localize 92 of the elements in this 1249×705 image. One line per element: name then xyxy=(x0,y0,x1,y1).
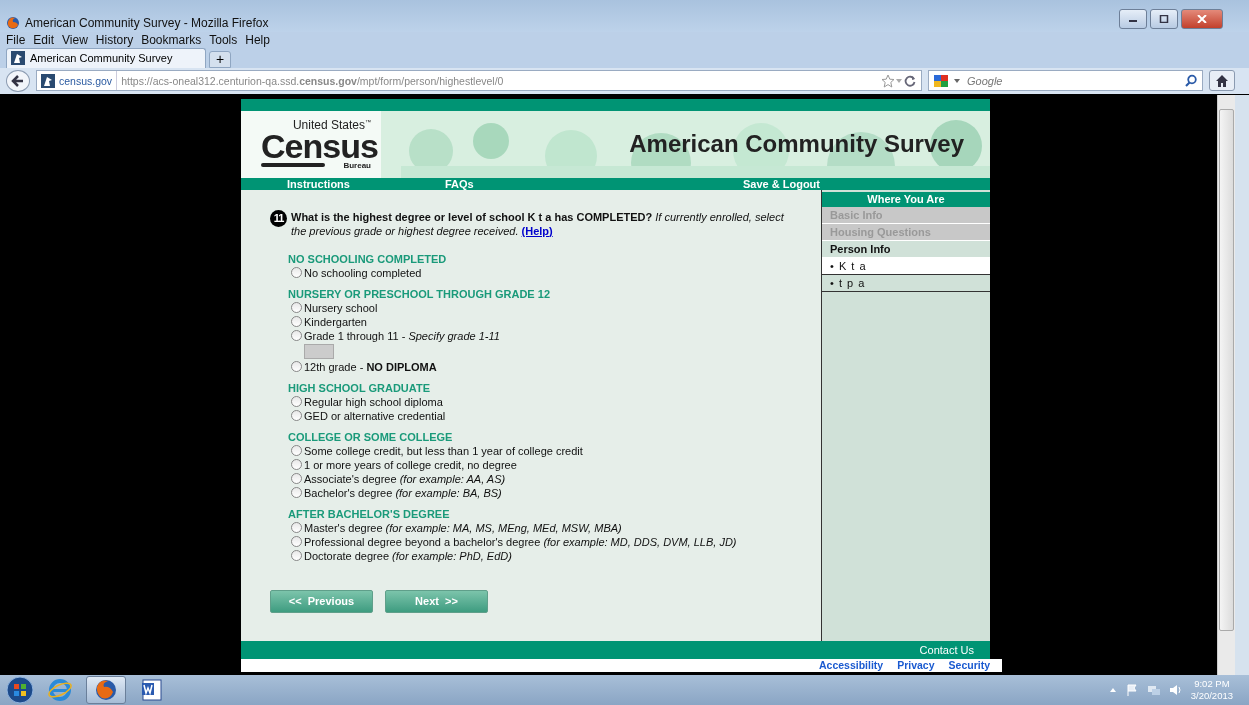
menu-item[interactable]: View xyxy=(62,32,88,47)
flag-icon xyxy=(1124,683,1139,698)
address-bar[interactable]: census.gov https://acs-oneal312.centurion-qa.ssd.census.gov/mpt/form/person/highestlevel/0 xyxy=(36,70,922,92)
menu-item[interactable]: Bookmarks xyxy=(141,32,202,47)
radio-button[interactable] xyxy=(291,536,302,548)
radio-button[interactable] xyxy=(291,550,302,562)
question-text: What is the highest degree or level of school K t a has COMPLETED? If currently enrolled, select the previous grade or highest degree received. (Help) xyxy=(291,209,785,238)
nav-link[interactable]: FAQs xyxy=(445,177,743,190)
network-icon xyxy=(1146,683,1161,698)
site-identity[interactable]: census.gov xyxy=(59,74,113,87)
radio-button[interactable] xyxy=(291,316,302,328)
footer-link[interactable]: Privacy xyxy=(897,658,935,672)
option-label: Grade 1 through 11 - Specify grade 1-11 xyxy=(304,328,500,343)
scrollbar[interactable] xyxy=(1217,94,1235,676)
minimize-button[interactable] xyxy=(1119,9,1147,29)
radio-button[interactable] xyxy=(291,302,302,314)
option-label: Nursery school xyxy=(304,300,378,315)
radio-button[interactable] xyxy=(291,330,302,342)
progress-step: Person Info xyxy=(822,240,990,258)
radio-button[interactable] xyxy=(291,459,302,471)
new-tab-button[interactable]: + xyxy=(209,50,231,68)
document-icon xyxy=(140,678,164,703)
home-button[interactable] xyxy=(1209,70,1235,92)
clock-time: 9:02 PM xyxy=(1194,678,1230,691)
dropdown-icon xyxy=(895,78,903,83)
menu-item[interactable]: Tools xyxy=(209,32,238,47)
logo-text: United States$^{™}$ xyxy=(292,118,371,131)
back-button[interactable] xyxy=(6,69,30,92)
back-arrow-icon xyxy=(11,73,25,88)
browser-tab[interactable]: American Community Survey xyxy=(6,47,206,68)
maximize-icon xyxy=(1159,15,1169,23)
radio-button[interactable] xyxy=(291,445,302,457)
radio-button[interactable] xyxy=(291,522,302,534)
radio-button[interactable] xyxy=(291,410,302,422)
section-heading: AFTER BACHELOR'S DEGREE xyxy=(288,506,451,521)
option-label: 1 or more years of college credit, no degree xyxy=(304,457,517,472)
option-label: Regular high school diploma xyxy=(304,394,443,409)
radio-button[interactable] xyxy=(291,396,302,408)
search-icon xyxy=(1184,73,1198,88)
option-label: 12th grade - NO DIPLOMA xyxy=(304,359,437,374)
fox-globe-icon xyxy=(6,15,20,30)
window-title: American Community Survey - Mozilla Firefox xyxy=(25,15,270,30)
fox-globe-icon xyxy=(94,678,118,703)
footer-link[interactable]: Security xyxy=(948,658,990,672)
star-icon xyxy=(881,73,895,88)
logo-text: Bureau xyxy=(343,161,371,170)
option-label: Some college credit, but less than 1 year of college credit xyxy=(304,443,583,458)
menu-item[interactable]: Edit xyxy=(33,32,55,47)
section-heading: HIGH SCHOOL GRADUATE xyxy=(288,380,431,395)
option-label: Bachelor's degree (for example: BA, BS) xyxy=(304,485,502,500)
clock-date: 3/20/2013 xyxy=(1190,690,1233,703)
section-heading: NURSERY OR PRESCHOOL THROUGH GRADE 12 xyxy=(288,286,551,301)
url-text: https://acs-oneal312.centurion-qa.ssd.census.gov/mpt/form/person/highestlevel/0 xyxy=(120,74,505,87)
footer-link[interactable]: Accessibility xyxy=(819,658,884,672)
section-heading: NO SCHOOLING COMPLETED xyxy=(288,251,448,266)
menu-item[interactable]: Help xyxy=(245,32,270,47)
radio-button[interactable] xyxy=(291,361,302,373)
browser-icon xyxy=(48,678,72,703)
speaker-icon xyxy=(1168,683,1183,698)
dropdown-icon xyxy=(953,78,961,83)
search-engine-icon xyxy=(933,73,949,88)
option-label: Master's degree (for example: MA, MS, MEng, MEd, MSW, MBA) xyxy=(304,520,622,535)
close-button[interactable] xyxy=(1181,9,1223,29)
question-number: 11 xyxy=(270,209,287,227)
logo-wordmark: Census xyxy=(261,130,378,162)
option-label: Associate's degree (for example: AA, AS) xyxy=(304,471,506,486)
section-heading: COLLEGE OR SOME COLLEGE xyxy=(288,429,454,444)
site-title: American Community Survey xyxy=(629,130,965,159)
reload-icon xyxy=(903,73,917,88)
help-link[interactable]: (Help) xyxy=(521,224,553,237)
contact-link[interactable]: Contact Us xyxy=(919,643,974,656)
option-label: Kindergarten xyxy=(304,314,367,329)
search-input[interactable]: Google xyxy=(965,73,1180,88)
maximize-button[interactable] xyxy=(1150,9,1178,29)
person-item[interactable]: • t p a xyxy=(822,274,990,292)
home-icon xyxy=(1215,73,1229,88)
taskbar-app[interactable] xyxy=(86,676,126,705)
radio-button[interactable] xyxy=(291,473,302,485)
close-icon xyxy=(1197,15,1207,23)
nav-link[interactable]: Save & Logout xyxy=(743,177,990,190)
menu-item[interactable]: History xyxy=(95,32,134,47)
menu-item[interactable]: File xyxy=(6,32,26,47)
start-orb-icon xyxy=(6,676,34,705)
nav-link[interactable]: Instructions xyxy=(287,177,445,190)
radio-button[interactable] xyxy=(291,487,302,499)
sidebar-heading: Where You Are xyxy=(822,191,990,207)
option-label: GED or alternative credential xyxy=(304,408,446,423)
option-label: Doctorate degree (for example: PhD, EdD) xyxy=(304,548,512,563)
option-label: No schooling completed xyxy=(304,265,422,280)
radio-button[interactable] xyxy=(291,267,302,279)
option-label: Professional degree beyond a bachelor's degree (for example: MD, DDS, DVM, LLB, JD) xyxy=(304,534,737,549)
search-box[interactable]: Google xyxy=(928,70,1203,92)
